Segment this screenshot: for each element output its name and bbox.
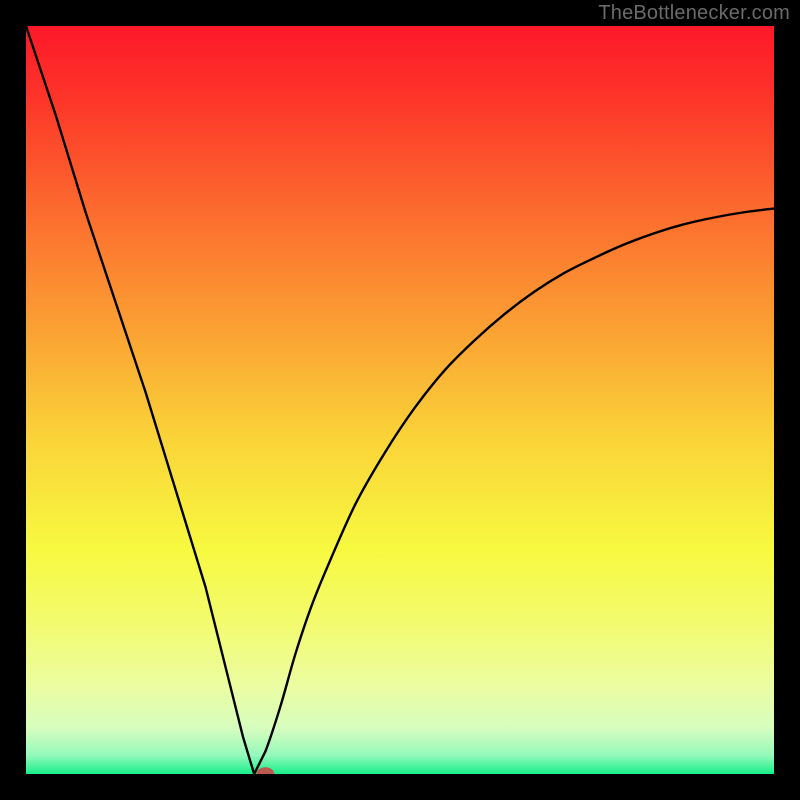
bottleneck-chart [26, 26, 774, 774]
gradient-background [26, 26, 774, 774]
plot-area [26, 26, 774, 774]
attribution-text: TheBottlenecker.com [598, 2, 790, 25]
chart-container: TheBottlenecker.com [0, 0, 800, 800]
